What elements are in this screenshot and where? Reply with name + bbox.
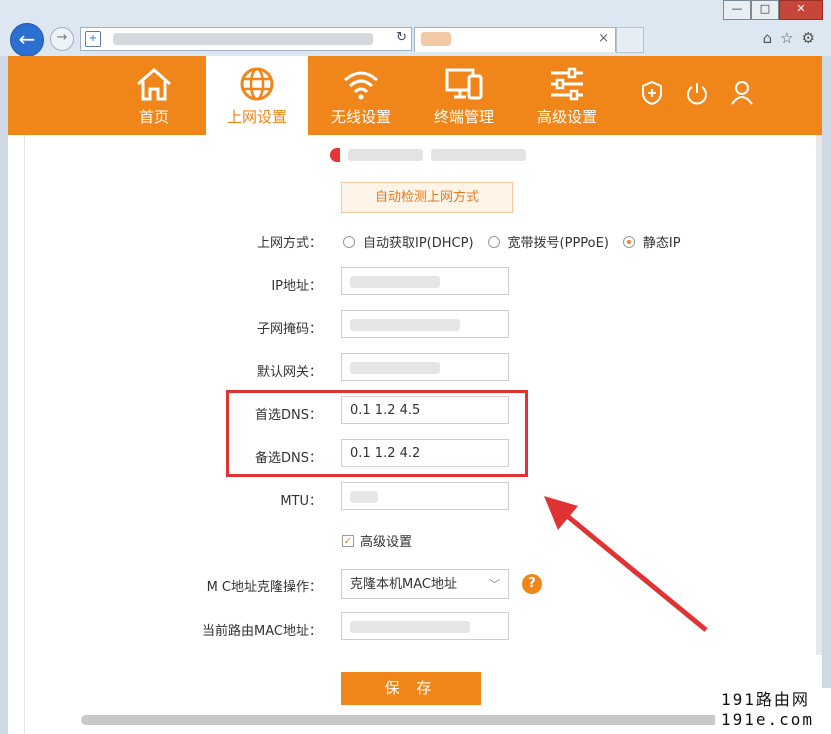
settings-gear-icon[interactable]: ⚙ bbox=[802, 29, 815, 47]
top-navigation: 首页 上网设置 无线设置 终端管理 高级设置 bbox=[8, 56, 822, 135]
gateway-label: 默认网关： bbox=[256, 365, 322, 380]
mac-clone-label: M C地址克隆操作： bbox=[206, 580, 322, 595]
nav-label-wireless: 无线设置 bbox=[330, 108, 391, 126]
mac-value-blurred bbox=[350, 621, 470, 633]
mode-dhcp[interactable]: 自动获取IP(DHCP) bbox=[343, 232, 474, 251]
maximize-button[interactable]: □ bbox=[751, 0, 779, 20]
wifi-icon bbox=[344, 71, 378, 100]
address-text-blurred bbox=[113, 33, 373, 45]
advanced-checkbox[interactable]: ✓ bbox=[342, 534, 354, 547]
mask-label: 子网掩码： bbox=[256, 322, 322, 337]
new-tab-button[interactable] bbox=[616, 27, 644, 53]
ip-address-input[interactable] bbox=[341, 267, 509, 295]
red-arrow-annotation bbox=[544, 496, 708, 632]
horizontal-scrollbar[interactable] bbox=[81, 715, 721, 725]
watermark-line-2: 191e.com bbox=[721, 710, 815, 729]
refresh-icon[interactable]: ↻ bbox=[396, 30, 407, 45]
nav-item-advanced[interactable]: 高级设置 bbox=[518, 56, 616, 135]
nav-label-internet: 上网设置 bbox=[226, 108, 287, 126]
site-watermark: 191路由网 191e.com bbox=[715, 688, 831, 734]
security-shield-icon: + bbox=[85, 31, 101, 47]
nav-label-devices: 终端管理 bbox=[433, 108, 494, 126]
connection-status bbox=[330, 148, 526, 162]
status-text-blurred-2 bbox=[431, 149, 526, 161]
mac-clone-select[interactable]: 克隆本机MAC地址 ﹀ bbox=[341, 569, 509, 599]
nav-label-home: 首页 bbox=[138, 108, 169, 126]
gateway-input[interactable] bbox=[341, 353, 509, 381]
dns-highlight-box bbox=[226, 390, 528, 477]
auto-detect-button[interactable]: 自动检测上网方式 bbox=[341, 182, 513, 213]
radio-pppoe[interactable] bbox=[487, 235, 500, 248]
tab-favicon-blurred bbox=[421, 32, 451, 46]
tab-close-icon[interactable]: × bbox=[598, 31, 609, 46]
favorites-star-icon[interactable]: ☆ bbox=[780, 29, 793, 47]
forward-arrow-icon[interactable]: → bbox=[50, 27, 74, 51]
advanced-checkbox-label: 高级设置 bbox=[360, 535, 413, 550]
mask-value-blurred bbox=[350, 319, 460, 331]
left-divider bbox=[24, 135, 25, 734]
user-icon[interactable] bbox=[730, 80, 754, 106]
browser-tab[interactable]: × bbox=[414, 27, 616, 52]
nav-item-internet[interactable]: 上网设置 bbox=[206, 56, 308, 135]
current-mac-label: 当前路由MAC地址： bbox=[202, 624, 322, 639]
status-indicator-icon bbox=[330, 148, 340, 162]
home-icon bbox=[137, 68, 171, 101]
watermark-line-1: 191路由网 bbox=[721, 690, 810, 709]
mtu-value-blurred bbox=[350, 491, 378, 503]
connection-mode-group: 自动获取IP(DHCP) 宽带拨号(PPPoE) 静态IP bbox=[343, 232, 695, 251]
mode-static[interactable]: 静态IP bbox=[622, 232, 681, 251]
mac-clone-value: 克隆本机MAC地址 bbox=[350, 577, 457, 592]
back-arrow-icon[interactable]: ← bbox=[10, 23, 44, 57]
gateway-value-blurred bbox=[350, 362, 440, 374]
nav-item-devices[interactable]: 终端管理 bbox=[415, 56, 513, 135]
radio-dhcp[interactable] bbox=[343, 235, 355, 248]
vertical-scrollbar[interactable] bbox=[816, 135, 822, 655]
home-page-icon[interactable]: ⌂ bbox=[763, 29, 773, 47]
chevron-down-icon: ﹀ bbox=[489, 578, 500, 591]
ip-value-blurred bbox=[350, 276, 440, 288]
security-shield-icon[interactable] bbox=[640, 80, 664, 106]
nav-label-advanced: 高级设置 bbox=[536, 108, 597, 126]
radio-static[interactable] bbox=[622, 235, 635, 248]
mtu-label: MTU： bbox=[280, 494, 322, 509]
mode-label: 上网方式： bbox=[256, 236, 322, 251]
browser-chrome: — □ ✕ ← → + ↻ × ⌂ ☆ ⚙ bbox=[0, 0, 831, 57]
globe-icon bbox=[240, 67, 274, 101]
mode-dhcp-label: 自动获取IP(DHCP) bbox=[363, 236, 474, 251]
status-text-blurred bbox=[348, 149, 423, 161]
close-window-button[interactable]: ✕ bbox=[779, 0, 823, 20]
ip-label: IP地址： bbox=[271, 279, 322, 294]
nav-item-wireless[interactable]: 无线设置 bbox=[312, 56, 410, 135]
power-icon[interactable] bbox=[685, 80, 709, 106]
devices-icon bbox=[445, 68, 483, 100]
nav-item-home[interactable]: 首页 bbox=[105, 56, 203, 135]
window-controls: — □ ✕ bbox=[723, 0, 823, 20]
minimize-button[interactable]: — bbox=[723, 0, 751, 20]
mode-pppoe[interactable]: 宽带拨号(PPPoE) bbox=[487, 232, 609, 251]
browser-toolbar-icons: ⌂ ☆ ⚙ bbox=[763, 29, 815, 47]
subnet-mask-input[interactable] bbox=[341, 310, 509, 338]
sliders-icon bbox=[551, 67, 583, 101]
mode-pppoe-label: 宽带拨号(PPPoE) bbox=[507, 236, 609, 251]
mode-static-label: 静态IP bbox=[642, 236, 681, 251]
current-mac-input[interactable] bbox=[341, 612, 509, 640]
mtu-input[interactable] bbox=[341, 482, 509, 510]
advanced-checkbox-row[interactable]: ✓ 高级设置 bbox=[342, 531, 412, 550]
router-page: 首页 上网设置 无线设置 终端管理 高级设置 自动检测上网方式 上网方式： 自动… bbox=[8, 56, 822, 734]
address-bar[interactable]: + ↻ bbox=[80, 27, 412, 51]
save-button[interactable]: 保 存 bbox=[341, 672, 481, 705]
